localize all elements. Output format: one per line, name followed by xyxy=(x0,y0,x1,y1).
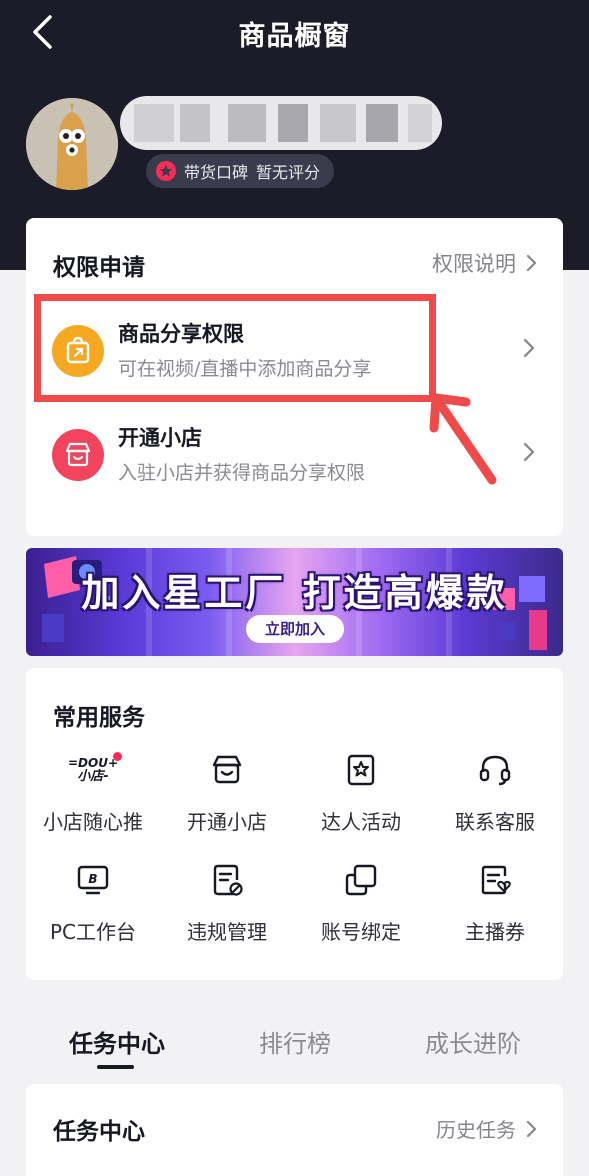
permissions-title: 权限申请 xyxy=(53,255,145,281)
avatar-character-icon xyxy=(26,98,118,190)
chevron-right-icon xyxy=(526,1120,537,1137)
tab-growth[interactable]: 成长进阶 xyxy=(425,1024,521,1059)
service-label: 开通小店 xyxy=(187,810,267,834)
task-history-label: 历史任务 xyxy=(436,1118,516,1142)
store-icon xyxy=(207,750,247,790)
task-title: 任务中心 xyxy=(53,1119,145,1145)
service-item-violation-management[interactable]: 违规管理 xyxy=(160,860,294,960)
task-history-link[interactable]: 历史任务 xyxy=(436,1114,537,1143)
chevron-right-icon xyxy=(526,254,537,272)
service-item-open-shop[interactable]: 开通小店 xyxy=(160,750,294,850)
tab-task-center[interactable]: 任务中心 xyxy=(69,1024,165,1059)
service-item-creator-activity[interactable]: 达人活动 xyxy=(294,750,428,850)
page-title: 商品橱窗 xyxy=(238,21,351,52)
dou-plus-shop-icon: =DOU+ 小店- xyxy=(68,750,123,790)
chevron-right-icon xyxy=(523,338,535,358)
headset-icon xyxy=(475,750,515,790)
star-icon xyxy=(156,161,176,181)
svg-text:B: B xyxy=(88,872,97,886)
service-label: 账号绑定 xyxy=(321,920,401,944)
banner-headline: 加入星工厂 打造高爆款 xyxy=(81,571,508,615)
service-label: 小店随心推 xyxy=(43,810,143,834)
arrow-annotation-icon xyxy=(429,393,497,485)
document-block-icon xyxy=(207,860,247,900)
monitor-icon: B xyxy=(73,860,113,900)
promo-banner[interactable]: 加入星工厂 打造高爆款 立即加入 xyxy=(26,548,563,656)
username-obscured xyxy=(120,96,442,150)
rating-value: 暂无评分 xyxy=(256,163,321,182)
link-squares-icon xyxy=(341,860,381,900)
services-title: 常用服务 xyxy=(53,705,145,731)
task-card: 任务中心 历史任务 xyxy=(26,1084,563,1176)
chevron-right-icon xyxy=(523,442,535,462)
nav-bar: 商品橱窗 xyxy=(0,0,589,64)
service-label: PC工作台 xyxy=(49,920,137,944)
permissions-explain-label: 权限说明 xyxy=(432,252,516,276)
star-badge-icon xyxy=(341,750,381,790)
permissions-explain-link[interactable]: 权限说明 xyxy=(432,248,537,278)
services-card: 常用服务 =DOU+ 小店- 小店随心推 开通小店 达人活动 联系客服 B PC… xyxy=(26,668,563,980)
tab-bar: 任务中心 排行榜 成长进阶 xyxy=(0,1010,589,1074)
avatar[interactable] xyxy=(26,98,118,190)
coupon-icon xyxy=(475,860,515,900)
service-label: 联系客服 xyxy=(455,810,535,834)
service-label: 主播券 xyxy=(465,920,525,944)
highlight-annotation-box xyxy=(34,294,436,402)
service-item-dou-plus[interactable]: =DOU+ 小店- 小店随心推 xyxy=(26,750,160,850)
rating-label: 带货口碑 xyxy=(184,163,249,182)
service-label: 达人活动 xyxy=(321,810,401,834)
service-label: 违规管理 xyxy=(187,920,267,944)
service-item-account-binding[interactable]: 账号绑定 xyxy=(294,860,428,960)
tab-leaderboard[interactable]: 排行榜 xyxy=(259,1024,331,1059)
service-item-streamer-coupon[interactable]: 主播券 xyxy=(428,860,562,960)
store-icon xyxy=(52,429,104,481)
service-item-pc-workbench[interactable]: B PC工作台 xyxy=(26,860,160,960)
permission-item-desc: 入驻小店并获得商品分享权限 xyxy=(118,462,366,484)
permission-item-title: 开通小店 xyxy=(118,426,202,450)
tab-active-indicator xyxy=(97,1065,134,1069)
banner-join-button[interactable]: 立即加入 xyxy=(246,615,344,643)
rating-badge[interactable]: 带货口碑 暂无评分 xyxy=(146,154,335,188)
service-item-customer-service[interactable]: 联系客服 xyxy=(428,750,562,850)
